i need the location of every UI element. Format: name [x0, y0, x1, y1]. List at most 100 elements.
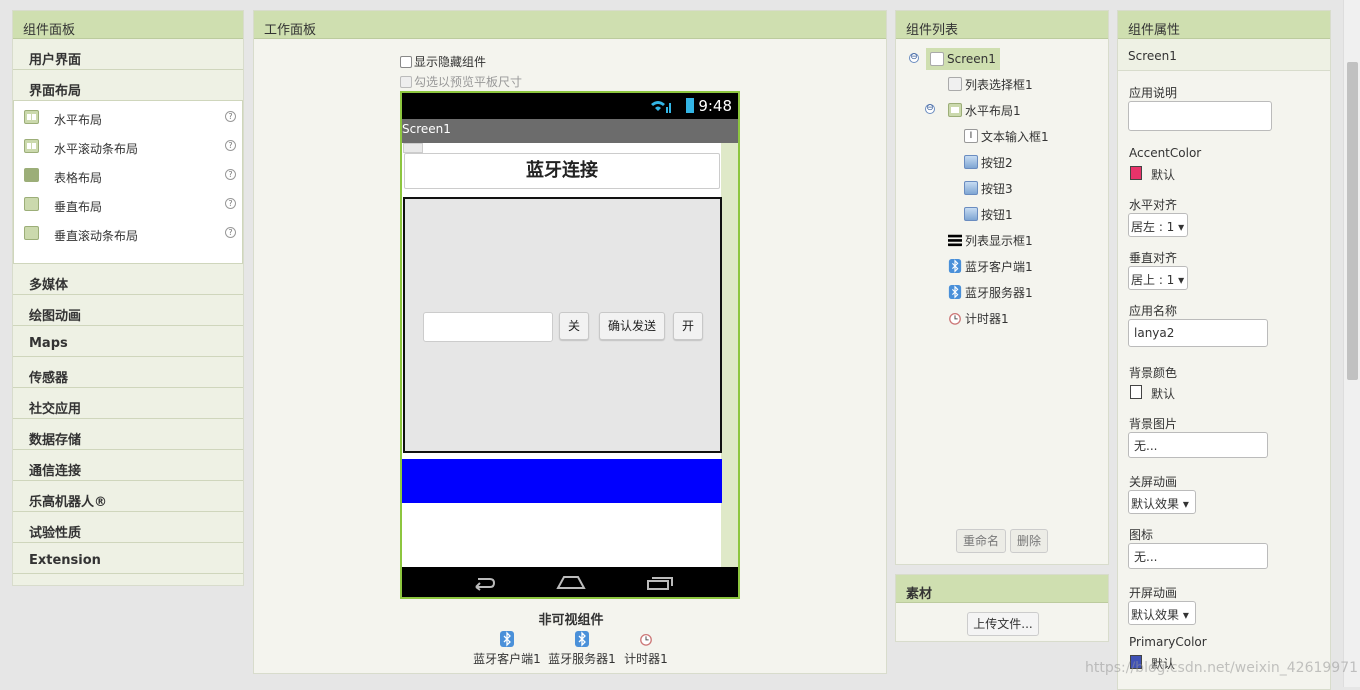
upload-file-button[interactable]: 上传文件...	[967, 612, 1039, 636]
battery-icon	[686, 98, 694, 113]
valign-dropdown[interactable]: 居上 : 1 ▾	[1128, 266, 1188, 290]
bluetooth-icon	[948, 285, 962, 299]
open-anim-label: 开屏动画	[1129, 586, 1178, 600]
category-storage[interactable]: 数据存储	[13, 419, 243, 450]
bg-image-label: 背景图片	[1129, 417, 1178, 431]
show-hidden-checkbox[interactable]: 显示隐藏组件	[400, 53, 486, 70]
bluetooth-icon	[948, 259, 962, 273]
palette-item-label: 垂直布局	[54, 200, 103, 214]
bg-image-picker[interactable]: 无...	[1128, 432, 1268, 458]
category-lego[interactable]: 乐高机器人®	[13, 481, 243, 512]
tree-node-listpicker[interactable]: 列表选择框1	[948, 73, 1033, 95]
nonvisible-label: 蓝牙服务器1	[548, 652, 616, 666]
horizontal-arrangement-icon	[948, 103, 962, 117]
tree-node-button2[interactable]: 按钮2	[964, 151, 1013, 173]
nonvisible-timer[interactable]: 计时器1	[622, 631, 670, 667]
category-experimental[interactable]: 试验性质	[13, 512, 243, 543]
list-picker-preview[interactable]	[403, 143, 423, 153]
close-anim-label: 关屏动画	[1129, 475, 1178, 489]
list-view-icon	[948, 234, 962, 247]
tree-node-button3[interactable]: 按钮3	[964, 177, 1013, 199]
back-icon	[475, 578, 496, 591]
text-input-preview[interactable]	[423, 312, 553, 342]
category-drawing[interactable]: 绘图动画	[13, 295, 243, 326]
palette-item-horizontal[interactable]: 水平布局 ?	[14, 103, 242, 132]
confirm-send-button[interactable]: 确认发送	[599, 312, 665, 340]
node-label: 列表选择框1	[965, 77, 1033, 92]
category-layout[interactable]: 界面布局	[13, 70, 243, 101]
bg-color-label: 背景颜色	[1129, 366, 1178, 380]
tree-node-bt-server[interactable]: 蓝牙服务器1	[948, 281, 1033, 303]
node-label: 按钮3	[981, 181, 1013, 196]
tree-node-textbox[interactable]: I 文本输入框1	[964, 125, 1049, 147]
category-user-interface[interactable]: 用户界面	[13, 39, 243, 70]
tablet-preview-checkbox[interactable]: 勾选以预览平板尺寸	[400, 73, 522, 90]
vertical-scroll-arrangement-icon	[24, 226, 39, 240]
delete-button[interactable]: 删除	[1010, 529, 1048, 553]
checkbox-box[interactable]	[400, 75, 412, 88]
palette-item-label: 表格布局	[54, 171, 103, 185]
nonvisible-bt-client[interactable]: 蓝牙客户端1	[472, 631, 542, 667]
tree-node-hbox[interactable]: 水平布局1	[948, 99, 1021, 121]
node-label: 水平布局1	[965, 103, 1021, 118]
halign-dropdown[interactable]: 居左 : 1 ▾	[1128, 213, 1188, 237]
tree-node-bt-client[interactable]: 蓝牙客户端1	[948, 255, 1033, 277]
horizontal-arrangement-preview[interactable]: 关 确认发送 开	[403, 197, 722, 453]
button-icon	[964, 181, 978, 195]
collapse-toggle[interactable]: ⊖	[909, 53, 919, 63]
icon-picker[interactable]: 无...	[1128, 543, 1268, 569]
tree-node-screen1[interactable]: Screen1	[926, 48, 1000, 70]
open-button[interactable]: 开	[673, 312, 703, 340]
app-name-input[interactable]: lanya2	[1128, 319, 1268, 347]
nonvisible-bt-server[interactable]: 蓝牙服务器1	[547, 631, 617, 667]
help-icon[interactable]: ?	[225, 111, 236, 122]
close-anim-dropdown[interactable]: 默认效果 ▾	[1128, 490, 1196, 514]
valign-label: 垂直对齐	[1129, 251, 1178, 265]
scrollbar-thumb[interactable]	[1347, 62, 1358, 380]
horizontal-scroll-arrangement-icon	[24, 139, 39, 153]
recent-apps-icon	[647, 577, 673, 590]
palette-panel: 组件面板 用户界面 界面布局 水平布局 ? 水平滚动条布局 ? 表格布局 ? 垂…	[12, 10, 244, 586]
accent-color-swatch[interactable]	[1130, 166, 1142, 180]
category-connectivity[interactable]: 通信连接	[13, 450, 243, 481]
horizontal-arrangement-icon	[24, 110, 39, 124]
android-nav-bar	[402, 567, 738, 597]
tree-node-listview[interactable]: 列表显示框1	[948, 229, 1033, 251]
palette-item-horizontal-scroll[interactable]: 水平滚动条布局 ?	[14, 132, 242, 161]
palette-title: 组件面板	[13, 11, 243, 39]
help-icon[interactable]: ?	[225, 227, 236, 238]
category-sensors[interactable]: 传感器	[13, 357, 243, 388]
help-icon[interactable]: ?	[225, 198, 236, 209]
heading-button[interactable]: 蓝牙连接	[404, 153, 720, 189]
accent-color-value[interactable]: 默认	[1151, 166, 1175, 183]
palette-item-label: 水平布局	[54, 113, 103, 127]
category-extension[interactable]: Extension	[13, 543, 243, 574]
palette-item-vertical[interactable]: 垂直布局 ?	[14, 190, 242, 219]
tree-node-button1[interactable]: 按钮1	[964, 203, 1013, 225]
rename-button[interactable]: 重命名	[956, 529, 1006, 553]
open-anim-dropdown[interactable]: 默认效果 ▾	[1128, 601, 1196, 625]
list-view-preview[interactable]	[402, 459, 722, 503]
palette-item-vertical-scroll[interactable]: 垂直滚动条布局 ?	[14, 219, 242, 248]
collapse-toggle[interactable]: ⊖	[925, 104, 935, 114]
about-textarea[interactable]	[1128, 101, 1272, 131]
nonvisible-label: 计时器1	[624, 652, 668, 666]
tree-node-timer[interactable]: 计时器1	[948, 307, 1009, 329]
category-social[interactable]: 社交应用	[13, 388, 243, 419]
bg-color-swatch[interactable]	[1130, 385, 1142, 399]
close-button[interactable]: 关	[559, 312, 589, 340]
category-maps[interactable]: Maps	[13, 326, 243, 357]
node-label: Screen1	[947, 52, 996, 66]
bg-color-value[interactable]: 默认	[1151, 385, 1175, 402]
vertical-arrangement-icon	[24, 197, 39, 211]
help-icon[interactable]: ?	[225, 169, 236, 180]
status-bar: 9:48	[402, 93, 738, 119]
node-label: 蓝牙服务器1	[965, 285, 1033, 300]
category-media[interactable]: 多媒体	[13, 264, 243, 295]
help-icon[interactable]: ?	[225, 140, 236, 151]
page-scrollbar[interactable]	[1343, 0, 1360, 687]
checkbox-box[interactable]	[400, 55, 412, 68]
home-icon	[556, 576, 586, 589]
node-label: 列表显示框1	[965, 233, 1033, 248]
palette-item-table[interactable]: 表格布局 ?	[14, 161, 242, 190]
